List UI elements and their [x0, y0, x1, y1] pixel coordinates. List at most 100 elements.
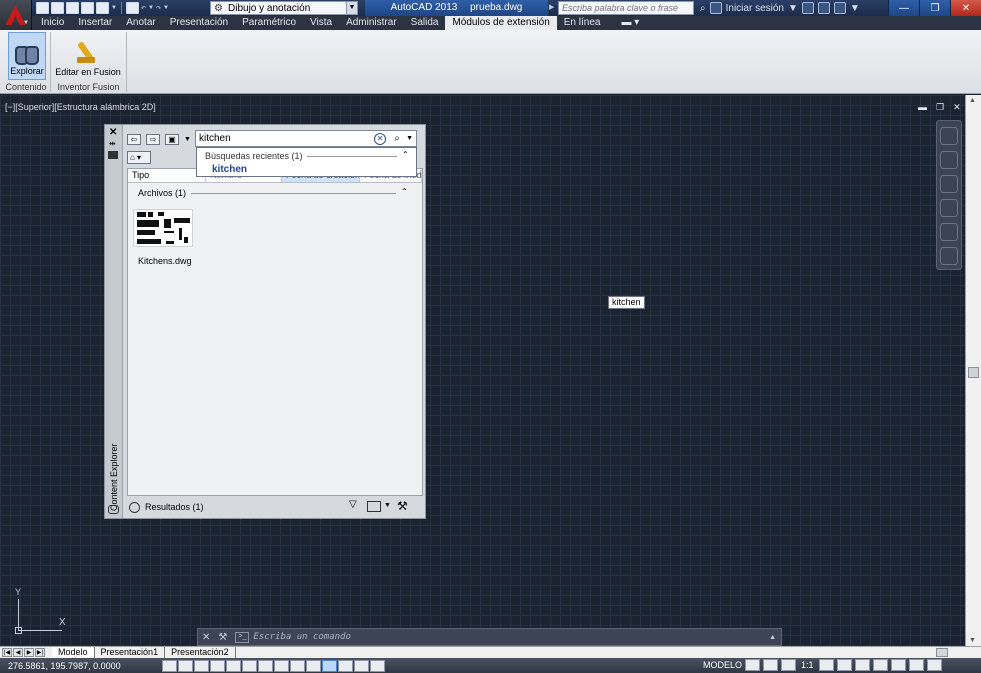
- dynamic-input-icon[interactable]: [290, 659, 305, 672]
- lineweight-icon[interactable]: [306, 659, 321, 672]
- quick-view-drawings-icon[interactable]: [763, 659, 778, 671]
- clean-screen-icon[interactable]: [926, 659, 942, 671]
- clear-search-icon[interactable]: ✕: [374, 132, 387, 145]
- chevron-down-icon[interactable]: ▼: [184, 136, 191, 143]
- model-space-toggle[interactable]: MODELO: [703, 660, 742, 670]
- scroll-down-icon[interactable]: ▼: [969, 637, 976, 644]
- transparency-icon[interactable]: [322, 659, 337, 672]
- scrollbar-thumb[interactable]: [936, 648, 948, 657]
- save-search-icon[interactable]: ▣: [165, 133, 179, 145]
- chevron-down-icon[interactable]: ▼: [384, 502, 391, 509]
- user-icon[interactable]: [709, 2, 722, 14]
- pan-icon[interactable]: [940, 151, 958, 169]
- wrench-icon[interactable]: ⚒: [218, 632, 227, 643]
- back-icon[interactable]: ⇦: [127, 133, 141, 145]
- selection-cycling-icon[interactable]: [354, 659, 369, 672]
- tab-presentacion[interactable]: Presentación: [163, 16, 235, 30]
- tab-en-linea[interactable]: En línea: [557, 16, 608, 30]
- chevron-up-icon[interactable]: ▲: [769, 634, 776, 641]
- chevron-down-icon[interactable]: ▼: [148, 5, 154, 11]
- chevron-down-icon[interactable]: ▼: [346, 2, 357, 14]
- chevron-down-icon[interactable]: ▼: [406, 135, 413, 142]
- sign-in-link[interactable]: Iniciar sesión: [726, 3, 784, 14]
- annotation-scale-icon[interactable]: [781, 659, 796, 671]
- grid-display-icon[interactable]: [178, 659, 193, 672]
- ortho-mode-icon[interactable]: [194, 659, 209, 672]
- annotation-scale[interactable]: 1:1: [801, 660, 814, 670]
- navbar-settings-icon[interactable]: [940, 247, 958, 265]
- collapse-icon[interactable]: ⌃: [401, 187, 408, 196]
- tab-insertar[interactable]: Insertar: [71, 16, 119, 30]
- annotation-visibility-icon[interactable]: [818, 659, 834, 671]
- layout-tab-presentacion2[interactable]: Presentación2: [165, 647, 236, 658]
- save-as-icon[interactable]: [81, 2, 94, 14]
- tab-inicio[interactable]: Inicio: [34, 16, 71, 30]
- file-name-label[interactable]: Kitchens.dwg: [138, 256, 192, 266]
- help-icon[interactable]: [833, 2, 846, 14]
- annotation-monitor-icon[interactable]: [370, 659, 385, 672]
- open-file-icon[interactable]: [51, 2, 64, 14]
- help-search-input[interactable]: [558, 1, 694, 15]
- close-icon[interactable]: ✕: [109, 127, 117, 138]
- dynamic-ucs-icon[interactable]: [274, 659, 289, 672]
- auto-scale-icon[interactable]: [836, 659, 852, 671]
- steering-wheel-icon[interactable]: [940, 127, 958, 145]
- tab-anotar[interactable]: Anotar: [119, 16, 162, 30]
- minimize-icon[interactable]: ▬: [918, 102, 927, 113]
- cloud-icon[interactable]: [96, 2, 109, 14]
- layout-tab-presentacion1[interactable]: Presentación1: [95, 647, 166, 658]
- close-button[interactable]: ✕: [950, 0, 981, 16]
- scrollbar-thumb[interactable]: [968, 367, 979, 378]
- view-mode-icon[interactable]: [367, 501, 381, 512]
- file-thumbnail[interactable]: [133, 209, 193, 247]
- showmotion-icon[interactable]: [940, 223, 958, 241]
- search-input[interactable]: [196, 131, 375, 146]
- chevron-right-icon[interactable]: ▶: [549, 3, 554, 11]
- workspace-switching-icon[interactable]: [854, 659, 870, 671]
- chevron-down-icon[interactable]: ▼: [788, 3, 798, 14]
- forward-icon[interactable]: ⇨: [146, 133, 160, 145]
- properties-icon[interactable]: [108, 151, 118, 159]
- quick-properties-icon[interactable]: [338, 659, 353, 672]
- object-snap-tracking-icon[interactable]: [258, 659, 273, 672]
- last-layout-icon[interactable]: ▶|: [35, 648, 45, 657]
- search-icon[interactable]: ⌕: [390, 133, 404, 145]
- zoom-icon[interactable]: [940, 175, 958, 193]
- tab-administrar[interactable]: Administrar: [339, 16, 404, 30]
- next-layout-icon[interactable]: ▶: [24, 648, 34, 657]
- object-snap-icon[interactable]: [226, 659, 241, 672]
- print-icon[interactable]: [125, 2, 139, 14]
- chevron-down-icon[interactable]: ▼: [850, 3, 860, 14]
- home-icon[interactable]: ⌂ ▾: [127, 151, 151, 164]
- application-menu-button[interactable]: ▼: [0, 0, 32, 30]
- tab-modulos-extension[interactable]: Módulos de extensión: [445, 16, 557, 30]
- edit-in-fusion-button[interactable]: Editar en Fusion: [53, 32, 123, 80]
- first-layout-icon[interactable]: |◀: [2, 648, 12, 657]
- explore-button[interactable]: Explorar: [8, 32, 46, 80]
- wrench-icon[interactable]: ⚒: [397, 499, 408, 513]
- 3d-object-snap-icon[interactable]: [242, 659, 257, 672]
- new-file-icon[interactable]: [36, 2, 49, 14]
- horizontal-scrollbar[interactable]: [636, 648, 981, 658]
- scroll-up-icon[interactable]: ▲: [969, 97, 976, 104]
- tab-salida[interactable]: Salida: [404, 16, 446, 30]
- collapse-icon[interactable]: ⌃: [402, 150, 409, 159]
- prev-layout-icon[interactable]: ◀: [13, 648, 23, 657]
- chevron-down-icon[interactable]: ▼: [163, 5, 169, 11]
- redo-icon[interactable]: ↷: [156, 5, 161, 12]
- coordinates-readout[interactable]: 276.5861, 195.7987, 0.0000: [0, 661, 162, 671]
- ribbon-minimize-icon[interactable]: ▬ ▾: [607, 16, 639, 30]
- workspace-selector[interactable]: ⚙ Dibujo y anotación ▼: [210, 1, 358, 15]
- chevron-down-icon[interactable]: ▼: [111, 5, 117, 11]
- undo-icon[interactable]: ↶: [141, 5, 146, 12]
- minimize-button[interactable]: —: [888, 0, 919, 16]
- palette-title-strip[interactable]: ✕ ⇹ Content Explorer: [105, 125, 123, 518]
- command-prompt-icon[interactable]: >_: [235, 631, 250, 643]
- filter-icon[interactable]: [349, 499, 360, 512]
- close-icon[interactable]: ✕: [202, 632, 210, 643]
- maximize-button[interactable]: ❐: [919, 0, 950, 16]
- autohide-icon[interactable]: ⇹: [109, 139, 116, 148]
- recent-search-item[interactable]: kitchen: [212, 164, 247, 175]
- isolate-objects-icon[interactable]: [908, 659, 924, 671]
- snap-mode-icon[interactable]: [162, 659, 177, 672]
